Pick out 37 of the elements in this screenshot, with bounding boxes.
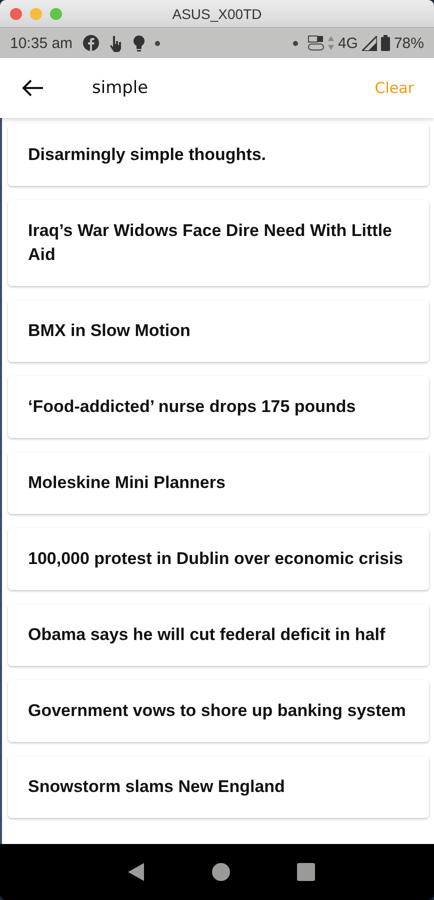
result-card[interactable]: Iraq’s War Widows Face Dire Need With Little Aid — [8, 200, 429, 286]
home-icon[interactable] — [212, 863, 230, 881]
result-card[interactable]: Government vows to shore up banking system — [8, 680, 429, 742]
result-title: ‘Food-addicted’ nurse drops 175 pounds — [28, 396, 357, 418]
search-field[interactable]: simple — [92, 78, 375, 98]
back-arrow-icon[interactable] — [22, 79, 44, 97]
result-card[interactable]: 100,000 protest in Dublin over economic crisis — [8, 528, 429, 590]
network-type: 4G — [338, 34, 358, 52]
data-arrows-icon — [328, 36, 334, 50]
dot-icon — [154, 40, 160, 46]
result-card[interactable]: ‘Food-addicted’ nurse drops 175 pounds — [8, 376, 429, 438]
result-title: Snowstorm slams New England — [28, 776, 286, 798]
dot-icon — [292, 40, 298, 46]
signal-icon — [362, 36, 377, 50]
hand-icon — [108, 34, 123, 52]
result-card[interactable]: BMX in Slow Motion — [8, 300, 429, 362]
result-card[interactable]: Disarmingly simple thoughts. — [8, 124, 429, 186]
result-card[interactable]: Moleskine Mini Planners — [8, 452, 429, 514]
result-title: Moleskine Mini Planners — [28, 472, 226, 494]
result-title: 100,000 protest in Dublin over economic crisis — [28, 548, 404, 570]
close-button[interactable] — [10, 8, 22, 20]
result-title: Iraq’s War Widows Face Dire Need With Little Aid — [28, 220, 393, 266]
result-card[interactable]: Snowstorm slams New England — [8, 756, 429, 818]
volte-icon — [308, 35, 324, 51]
result-title: Government vows to shore up banking system — [28, 700, 407, 722]
lightbulb-icon — [132, 34, 145, 52]
facebook-icon — [82, 35, 99, 51]
battery-percent: 78% — [394, 34, 424, 52]
back-icon[interactable] — [127, 862, 146, 882]
time: 10:35 am — [10, 34, 73, 52]
result-card[interactable]: Obama says he will cut federal deficit in half — [8, 604, 429, 666]
recents-icon[interactable] — [296, 863, 315, 881]
window-title: ASUS_X00TD — [172, 6, 262, 22]
battery-icon — [380, 35, 390, 51]
result-title: Disarmingly simple thoughts. — [28, 144, 268, 166]
result-title: Obama says he will cut federal deficit in half — [28, 624, 386, 646]
result-title: BMX in Slow Motion — [28, 320, 192, 342]
